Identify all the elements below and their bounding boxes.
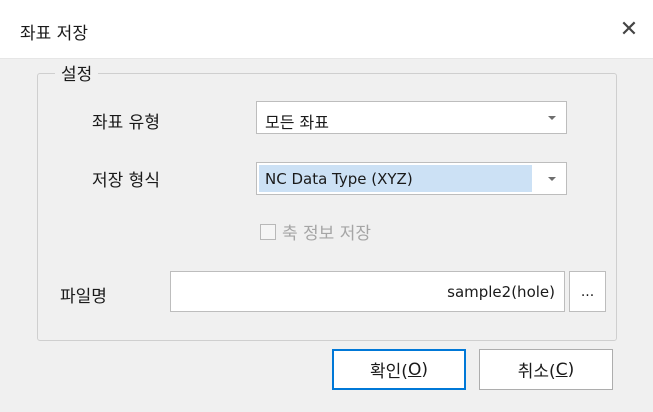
close-icon[interactable]: ✕ xyxy=(612,12,646,46)
axis-info-label: 축 정보 저장 xyxy=(282,224,372,244)
browse-button[interactable]: ... xyxy=(569,271,606,312)
ok-button-suffix: ) xyxy=(421,359,428,380)
title-bar: 좌표 저장 ✕ xyxy=(0,0,653,59)
cancel-button-suffix: ) xyxy=(567,359,575,380)
window-title: 좌표 저장 xyxy=(20,24,88,44)
checkbox-icon xyxy=(260,223,276,240)
filename-value: sample2(hole) xyxy=(447,283,555,301)
save-format-combobox[interactable]: NC Data Type (XYZ) xyxy=(256,162,567,195)
ok-button[interactable]: 확인(O) xyxy=(332,349,466,390)
cancel-button-mnemonic: C xyxy=(555,359,568,380)
chevron-down-icon xyxy=(548,177,556,181)
save-format-value: NC Data Type (XYZ) xyxy=(265,170,413,188)
filename-input[interactable]: sample2(hole) xyxy=(170,271,565,312)
coord-type-value: 모든 좌표 xyxy=(265,113,329,132)
coord-type-label: 좌표 유형 xyxy=(92,113,160,133)
save-format-selection: NC Data Type (XYZ) xyxy=(259,165,532,192)
ok-button-mnemonic: O xyxy=(407,359,422,380)
coord-type-combobox[interactable]: 모든 좌표 xyxy=(256,101,567,134)
settings-group-title: 설정 xyxy=(55,60,99,85)
save-format-label: 저장 형식 xyxy=(92,171,160,191)
chevron-down-icon xyxy=(548,116,556,120)
cancel-button[interactable]: 취소(C) xyxy=(479,349,613,390)
axis-info-checkbox[interactable]: 축 정보 저장 xyxy=(260,219,371,244)
cancel-button-prefix: 취소( xyxy=(517,362,556,382)
ok-button-prefix: 확인( xyxy=(370,362,408,382)
filename-label: 파일명 xyxy=(60,287,107,307)
